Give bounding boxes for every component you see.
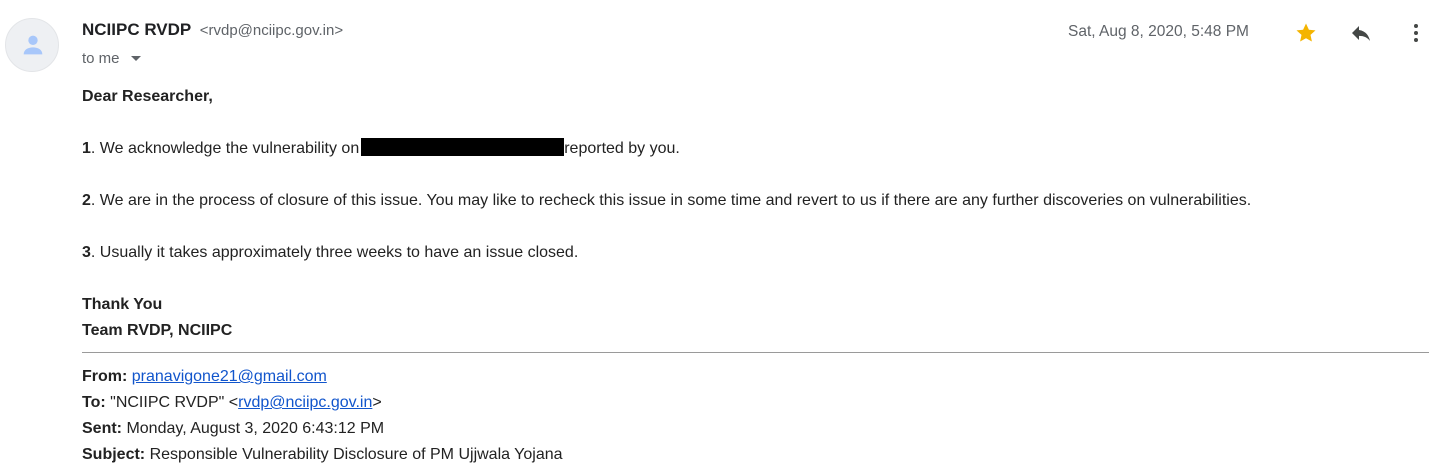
sender-name[interactable]: NCIIPC RVDP [82, 20, 191, 39]
from-email-link[interactable]: pranavigone21@gmail.com [132, 368, 327, 385]
paragraph-2: 2. We are in the process of closure of t… [82, 192, 1251, 210]
to-label: To: [82, 394, 106, 411]
paragraph-3: 3. Usually it takes approximately three … [82, 244, 578, 262]
more-vert-icon[interactable] [1404, 21, 1428, 45]
avatar[interactable] [5, 18, 59, 72]
recipient-details-toggle[interactable]: to me [82, 50, 141, 68]
paragraph-1: 1. We acknowledge the vulnerability on re… [82, 138, 680, 158]
sender-email: <rvdp@nciipc.gov.in> [199, 22, 344, 39]
point-number: 3 [82, 244, 91, 261]
to-close: > [372, 394, 382, 411]
message-date: Sat, Aug 8, 2020, 5:48 PM [1068, 23, 1249, 40]
sent-value: Monday, August 3, 2020 6:43:12 PM [126, 420, 385, 437]
point-number: 2 [82, 192, 91, 209]
point-text: . We acknowledge the vulnerability on [90, 140, 360, 158]
quoted-from: From: pranavigone21@gmail.com [82, 368, 327, 386]
quoted-sent: Sent: Monday, August 3, 2020 6:43:12 PM [82, 420, 384, 438]
from-label: From: [82, 368, 128, 385]
star-icon[interactable] [1294, 21, 1318, 45]
point-number: 1 [82, 140, 91, 158]
signoff: Thank You [82, 296, 163, 313]
subject-value: Responsible Vulnerability Disclosure of … [149, 446, 563, 463]
greeting: Dear Researcher, [82, 88, 213, 105]
quoted-subject: Subject: Responsible Vulnerability Discl… [82, 446, 563, 464]
point-text: . We are in the process of closure of th… [90, 192, 1252, 209]
signature: Team RVDP, NCIIPC [82, 322, 233, 339]
point-text: . Usually it takes approximately three w… [90, 244, 579, 261]
quoted-to: To: "NCIIPC RVDP" <rvdp@nciipc.gov.in> [82, 394, 382, 412]
sender-header: NCIIPC RVDP <rvdp@nciipc.gov.in> [82, 20, 343, 40]
chevron-down-icon[interactable] [130, 49, 141, 66]
recipient-label: to me [82, 50, 120, 67]
subject-label: Subject: [82, 446, 146, 463]
reply-icon[interactable] [1349, 21, 1373, 45]
person-icon [23, 35, 43, 55]
sent-label: Sent: [82, 420, 122, 437]
to-name: "NCIIPC RVDP" < [110, 394, 239, 411]
to-email-link[interactable]: rvdp@nciipc.gov.in [238, 394, 372, 411]
quote-divider [82, 352, 1429, 353]
redacted-block [361, 138, 565, 156]
point-text-after: reported by you. [564, 140, 680, 158]
